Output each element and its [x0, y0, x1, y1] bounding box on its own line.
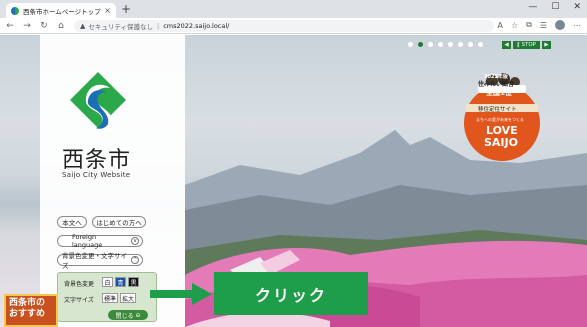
- security-label: セキュリティ保護なし: [88, 23, 154, 31]
- badge-line3: 全国1位: [486, 89, 512, 97]
- address-separator: |: [157, 22, 160, 30]
- bg-black-button[interactable]: 黒: [128, 277, 139, 287]
- logo-subtitle: Saijo City Website: [62, 171, 131, 179]
- new-tab-button[interactable]: +: [121, 2, 131, 16]
- foreign-language-button[interactable]: Foreign language v: [57, 233, 143, 249]
- slider-dot[interactable]: [458, 42, 463, 47]
- color-text-size-button[interactable]: 背景色変更・文字サイズ ^: [57, 252, 143, 270]
- toolbar-actions: A ☆ ⧉ ☰ ⋯: [497, 20, 581, 30]
- site-favicon-icon: [11, 6, 19, 15]
- slider-dot-active[interactable]: [418, 42, 423, 47]
- skip-to-main-button[interactable]: 本文へ: [57, 216, 87, 228]
- slider-dots: [408, 42, 483, 47]
- text-size-label: 文字サイズ: [64, 297, 94, 304]
- badge-line5: まちへの愛が未来をつくる: [476, 117, 524, 122]
- profile-icon[interactable]: [555, 20, 565, 30]
- star-icon[interactable]: ☆: [511, 21, 518, 30]
- bg-blue-button[interactable]: 青: [115, 277, 126, 287]
- slider-dot[interactable]: [428, 42, 433, 47]
- close-window-button[interactable]: ✕: [573, 2, 581, 12]
- tab-title: 西条市ホームページトップページ: [23, 7, 101, 16]
- extensions-icon[interactable]: ⧉: [526, 20, 532, 30]
- tab-close-icon[interactable]: ×: [104, 6, 111, 15]
- settings-panel: 背景色変更 白 青 黒 文字サイズ 標準 拡大 閉じる ⊖: [57, 272, 157, 322]
- saijo-logo-icon: [70, 72, 126, 134]
- badge-line7: SAIJO: [484, 136, 518, 149]
- slider-prev-button[interactable]: ◀: [502, 41, 511, 49]
- click-instruction-box: クリック: [214, 272, 368, 315]
- slider-stop-button[interactable]: ‖ STOP: [513, 41, 540, 49]
- page-content: ◀ ‖ STOP ▶ 2021年版 住みたい田舎 全国1位 移住定住サイト まち…: [0, 35, 587, 327]
- window-controls: — ☐ ✕: [528, 2, 581, 12]
- badge-line4: 移住定住サイト: [478, 107, 517, 113]
- browser-tab-bar: 西条市ホームページトップページ × + — ☐ ✕: [0, 0, 587, 18]
- slider-stop-label: STOP: [521, 42, 537, 48]
- recommend-banner[interactable]: 西条市の おすすめ: [4, 294, 58, 327]
- minimize-button[interactable]: —: [528, 2, 537, 12]
- text-size-standard-button[interactable]: 標準: [102, 293, 118, 303]
- collections-icon[interactable]: ☰: [540, 21, 547, 30]
- back-icon[interactable]: ←: [3, 21, 17, 31]
- slider-dot[interactable]: [408, 42, 413, 47]
- color-text-size-label: 背景色変更・文字サイズ: [62, 252, 127, 270]
- badge-line2: 住みたい田舎: [478, 81, 515, 88]
- address-bar[interactable]: ▲ セキュリティ保護なし | cms2022.saijo.local/: [74, 20, 494, 32]
- reload-icon[interactable]: ↻: [37, 21, 51, 31]
- bg-color-label: 背景色変更: [64, 281, 95, 288]
- beginners-button[interactable]: はじめての方へ: [92, 216, 146, 228]
- foreign-language-label: Foreign language: [72, 233, 103, 249]
- home-icon[interactable]: ⌂: [54, 21, 68, 31]
- url-text[interactable]: cms2022.saijo.local/: [163, 22, 229, 30]
- logo-name: 西条市: [62, 148, 132, 173]
- bg-white-button[interactable]: 白: [102, 277, 113, 287]
- slider-dot[interactable]: [448, 42, 453, 47]
- menu-icon[interactable]: ⋯: [573, 21, 581, 30]
- settings-close-button[interactable]: 閉じる ⊖: [108, 310, 148, 320]
- warning-icon[interactable]: ▲: [80, 22, 85, 30]
- browser-tab[interactable]: 西条市ホームページトップページ ×: [6, 3, 116, 18]
- text-size-large-button[interactable]: 拡大: [120, 293, 136, 303]
- settings-close-label: 閉じる: [115, 312, 134, 320]
- chevron-up-icon: ^: [131, 256, 139, 264]
- browser-toolbar: ← → ↻ ⌂ ▲ セキュリティ保護なし | cms2022.saijo.loc…: [0, 18, 587, 34]
- translate-icon[interactable]: A: [497, 21, 502, 30]
- slider-dot[interactable]: [478, 42, 483, 47]
- chevron-down-icon: v: [131, 237, 139, 245]
- maximize-button[interactable]: ☐: [551, 2, 559, 12]
- slider-dot[interactable]: [468, 42, 473, 47]
- slider-next-button[interactable]: ▶: [542, 41, 551, 49]
- forward-icon[interactable]: →: [20, 21, 34, 31]
- arrow-right-icon: [150, 283, 212, 305]
- slider-dot[interactable]: [438, 42, 443, 47]
